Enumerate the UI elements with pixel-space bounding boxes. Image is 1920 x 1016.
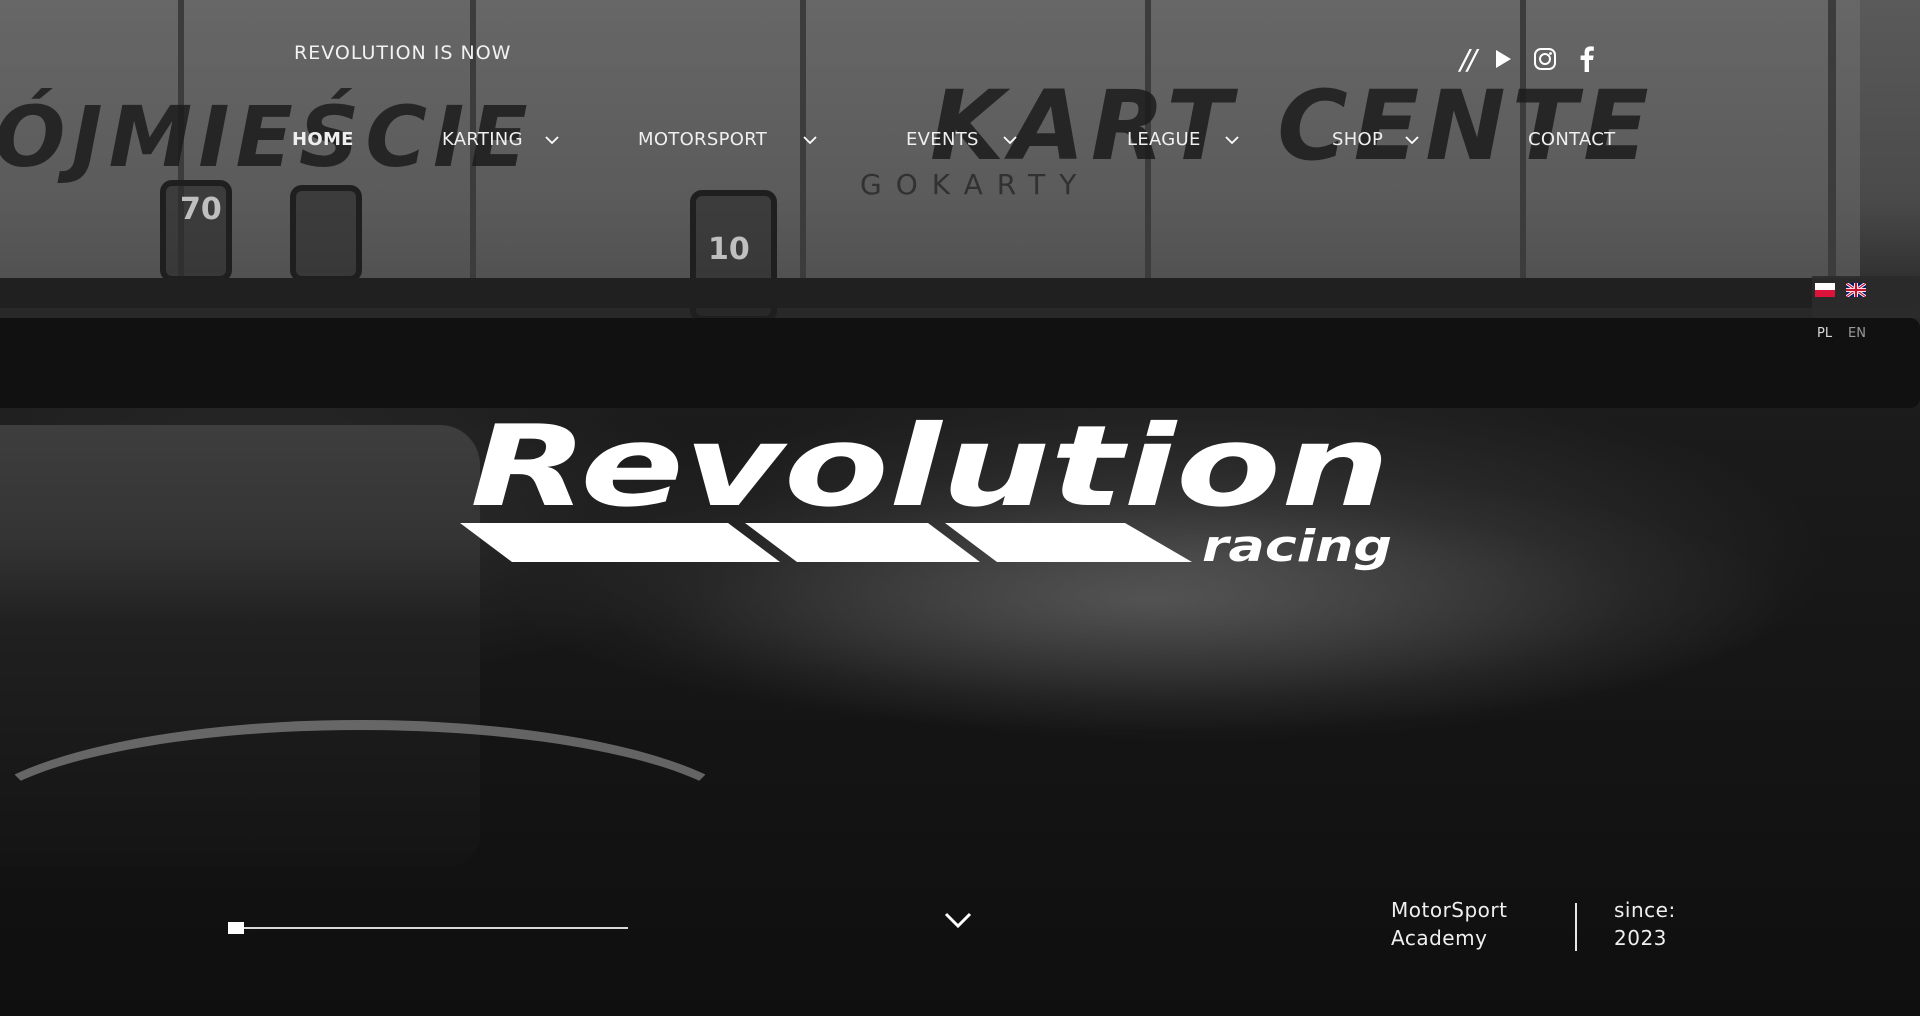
site-tagline: REVOLUTION IS NOW [294, 42, 512, 64]
chevron-down-icon [1003, 135, 1017, 144]
banner-text: GOKARTY [860, 168, 1091, 201]
slider-track[interactable] [228, 927, 628, 929]
nav-item-label: SHOP [1332, 129, 1384, 150]
language-en[interactable]: EN [1848, 326, 1866, 341]
kart-number: 70 [180, 192, 222, 227]
chevron-down-icon[interactable] [940, 906, 976, 934]
revolution-racing-logo: Revolution racing [460, 402, 1400, 595]
nav-item-events[interactable]: EVENTS [906, 129, 1017, 150]
chevron-down-icon [1225, 135, 1239, 144]
social-separator: // [1460, 42, 1477, 76]
chevron-down-icon [803, 135, 817, 144]
nav-item-home[interactable]: HOME [292, 129, 354, 150]
track-barrier [0, 278, 1920, 308]
poland-flag-icon[interactable] [1815, 282, 1835, 297]
slider-handle[interactable] [228, 922, 244, 934]
chevron-down-icon [545, 135, 559, 144]
logo-subtitle: racing [1202, 521, 1392, 572]
nav-item-motorsport[interactable]: MOTORSPORT [638, 129, 817, 150]
banner-text: KART CENTE [930, 70, 1655, 182]
nav-item-label: MOTORSPORT [638, 129, 768, 150]
kart-number: 10 [708, 232, 750, 267]
nav-item-karting[interactable]: KARTING [442, 129, 559, 150]
nav-item-label: EVENTS [906, 129, 979, 150]
since-label: since: 2023 [1614, 896, 1676, 952]
facebook-icon[interactable] [1573, 45, 1601, 73]
academy-line: Academy [1391, 926, 1488, 950]
hero-section: ÓJMIEŚCIE KART CENTE GOKARTY 70 10 REVOL… [0, 0, 1920, 1016]
nav-item-contact[interactable]: CONTACT [1528, 129, 1615, 150]
logo-stripe [460, 523, 780, 562]
since-year: 2023 [1614, 926, 1667, 950]
nav-item-label: LEAGUE [1127, 129, 1201, 150]
nav-item-label: CONTACT [1528, 129, 1616, 150]
instagram-icon[interactable] [1531, 45, 1559, 73]
logo-title: Revolution [470, 405, 1390, 532]
uk-flag-icon[interactable] [1845, 281, 1867, 299]
nav-item-label: KARTING [442, 129, 523, 150]
language-pl[interactable]: PL [1817, 326, 1832, 341]
academy-label: MotorSport Academy [1391, 896, 1507, 952]
academy-line: MotorSport [1391, 898, 1508, 922]
youtube-icon[interactable] [1489, 45, 1517, 73]
nav-item-league[interactable]: LEAGUE [1127, 129, 1239, 150]
chevron-down-icon [1405, 135, 1419, 144]
track-curb [0, 720, 760, 940]
banner-pole [1828, 0, 1836, 290]
divider [1575, 903, 1577, 951]
track-barrier [0, 318, 1920, 408]
since-text: since: [1614, 898, 1676, 922]
kart-seat [290, 185, 362, 282]
social-links: // [1460, 42, 1601, 76]
nav-item-shop[interactable]: SHOP [1332, 129, 1419, 150]
nav-item-label: HOME [292, 129, 354, 150]
